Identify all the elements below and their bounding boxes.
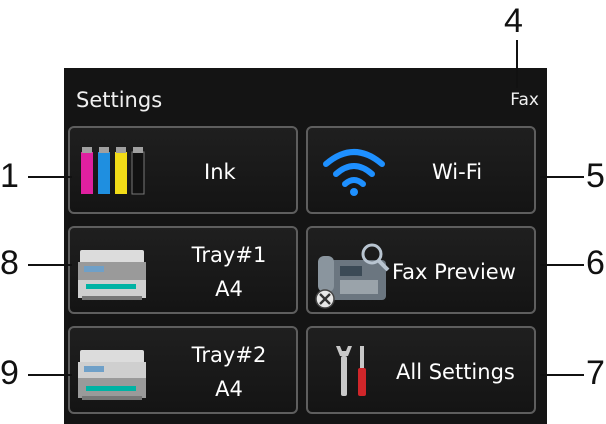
callout-5: 5 [586,157,605,195]
callout-1: 1 [0,157,19,195]
screen-title: Settings [76,88,163,112]
callout-8-leader [28,264,72,266]
wifi-button[interactable]: Wi-Fi [306,126,536,214]
callout-4-leader [516,40,518,88]
wifi-icon [323,149,385,196]
callout-1-leader [28,176,72,178]
fax-mode-indicator: Fax [510,90,539,110]
all-settings-label: All Settings [396,360,515,384]
disabled-x-icon [315,289,335,309]
callout-9-leader [28,374,72,376]
tray2-name: Tray#2 [191,343,267,367]
callout-7: 7 [586,354,605,392]
ink-label: Ink [204,160,236,184]
tray1-paper-size: A4 [215,277,243,301]
tools-icon [336,346,366,396]
callout-8: 8 [0,244,19,282]
fax-preview-label: Fax Preview [392,260,516,284]
tray1-button[interactable]: Tray#1 A4 [68,226,298,314]
printer-icon [78,250,146,300]
callout-9: 9 [0,354,19,392]
callout-7-leader [540,374,584,376]
tray1-text: Tray#1 A4 [174,238,284,306]
callout-4: 4 [504,2,523,40]
ink-button[interactable]: Ink [68,126,298,214]
tray1-name: Tray#1 [191,243,267,267]
ink-cartridges-icon [81,147,145,195]
printer-icon [78,350,146,400]
tray2-button[interactable]: Tray#2 A4 [68,326,298,414]
callout-6: 6 [586,244,605,282]
wifi-label: Wi-Fi [432,160,483,184]
lcd-screen: Settings Fax Ink Wi-Fi Tray#1 A4 Fax Pre… [64,68,547,424]
all-settings-button[interactable]: All Settings [306,326,536,414]
tray2-paper-size: A4 [215,377,243,401]
fax-preview-button[interactable]: Fax Preview [306,226,536,314]
tray2-text: Tray#2 A4 [174,338,284,406]
callout-6-leader [540,264,584,266]
callout-5-leader [540,176,584,178]
